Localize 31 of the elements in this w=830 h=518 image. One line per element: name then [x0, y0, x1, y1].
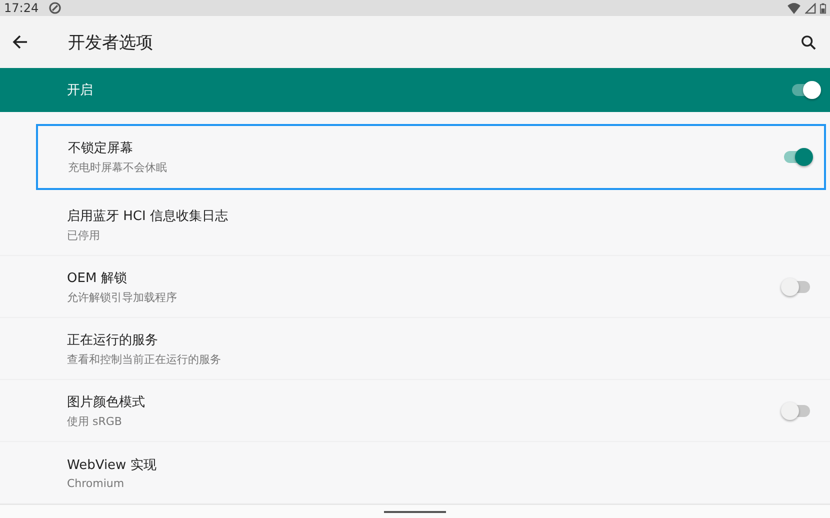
- master-switch-label: 开启: [67, 82, 93, 100]
- toggle-switch[interactable]: [784, 280, 810, 293]
- master-switch-bar[interactable]: 开启: [0, 68, 830, 112]
- wifi-icon: [787, 2, 801, 14]
- status-time: 17:24: [4, 1, 39, 16]
- setting-row[interactable]: 启用蓝牙 HCI 信息收集日志 已停用: [0, 194, 830, 256]
- setting-title: 正在运行的服务: [67, 332, 159, 349]
- setting-summary: 已停用: [67, 228, 101, 243]
- setting-summary: Chromium: [67, 476, 126, 490]
- page-title: 开发者选项: [68, 32, 153, 54]
- back-icon[interactable]: [12, 34, 28, 50]
- home-handle[interactable]: [384, 510, 446, 513]
- setting-title: 启用蓝牙 HCI 信息收集日志: [67, 208, 229, 225]
- setting-summary: 允许解锁引导加载程序: [67, 290, 178, 305]
- toggle-switch[interactable]: [784, 151, 810, 164]
- setting-summary: 使用 sRGB: [67, 414, 123, 429]
- setting-title: 图片颜色模式: [67, 394, 146, 411]
- setting-row[interactable]: 正在运行的服务 查看和控制当前正在运行的服务: [0, 318, 830, 380]
- setting-summary: 充电时屏幕不会休眠: [68, 160, 168, 176]
- setting-title: 不锁定屏幕: [68, 140, 134, 158]
- setting-row[interactable]: 不锁定屏幕 充电时屏幕不会休眠: [36, 124, 826, 190]
- toggle-switch[interactable]: [784, 404, 810, 417]
- setting-title: WebView 实现: [67, 456, 158, 474]
- setting-summary: 查看和控制当前正在运行的服务: [67, 352, 222, 367]
- setting-row[interactable]: OEM 解锁 允许解锁引导加载程序: [0, 256, 830, 318]
- master-toggle[interactable]: [792, 84, 818, 96]
- setting-title: OEM 解锁: [67, 270, 128, 287]
- setting-row[interactable]: 图片颜色模式 使用 sRGB: [0, 380, 830, 442]
- search-icon[interactable]: [801, 34, 816, 50]
- signal-icon: [805, 2, 816, 14]
- battery-icon: [820, 2, 826, 14]
